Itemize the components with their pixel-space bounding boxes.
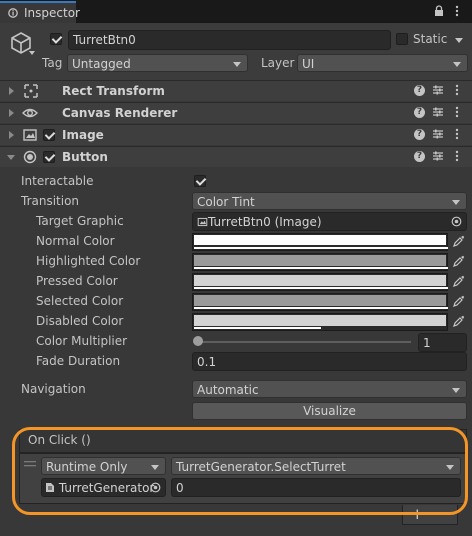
component-button[interactable]: Button [0,146,472,167]
normal-color-field[interactable] [192,233,448,251]
object-picker-icon[interactable] [451,216,462,227]
image-icon [197,217,208,227]
kebab-menu-icon[interactable] [454,84,460,96]
eye-icon [22,108,38,118]
presets-icon[interactable] [432,128,444,140]
multiplier-slider-handle[interactable] [193,336,203,346]
highlighted-color-label: Highlighted Color [36,254,141,268]
static-dropdown-arrow-icon[interactable] [455,38,463,43]
transition-value: Color Tint [197,195,255,209]
target-graphic-value: TurretBtn0 (Image) [208,215,322,229]
color-swatch [194,315,446,326]
layer-label: Layer [261,56,295,70]
layer-value: UI [302,57,315,71]
eyedropper-icon[interactable] [453,315,465,327]
component-canvas-renderer[interactable]: Canvas Renderer [0,102,472,123]
presets-icon[interactable] [432,106,444,118]
navigation-dropdown[interactable]: Automatic [192,380,467,398]
highlighted-color-field[interactable] [192,253,448,271]
pressed-color-label: Pressed Color [36,274,118,288]
interactable-checkbox[interactable] [194,175,206,187]
component-title: Button [62,150,108,164]
tag-value: Untagged [72,57,131,71]
transition-dropdown[interactable]: Color Tint [192,192,467,210]
eyedropper-icon[interactable] [453,295,465,307]
navigation-label: Navigation [21,382,86,396]
button-enabled-checkbox[interactable] [43,151,55,163]
fade-duration-label: Fade Duration [36,354,121,368]
help-icon[interactable]: ? [414,85,425,96]
foldout-arrow-icon[interactable] [9,131,14,139]
foldout-arrow-icon[interactable] [7,155,15,160]
selected-color-field[interactable] [192,293,448,311]
presets-icon[interactable] [432,150,444,162]
alpha-bar [194,247,448,249]
help-icon[interactable]: ? [414,151,425,162]
tab-inspector[interactable]: Inspector [0,1,80,23]
chevron-down-icon [452,388,460,393]
navigation-value: Automatic [197,383,259,397]
static-label: Static [413,32,448,46]
chevron-down-icon [453,62,461,67]
image-icon [23,129,37,141]
alpha-bar [194,287,448,289]
visualize-button[interactable]: Visualize [192,402,467,420]
color-multiplier-field[interactable]: 1 [418,333,467,352]
interactable-label: Interactable [21,174,94,188]
highlight-ring [12,427,468,515]
eyedropper-icon[interactable] [453,255,465,267]
component-rect-transform[interactable]: Rect Transform [0,80,472,101]
foldout-arrow-icon[interactable] [9,109,14,117]
color-swatch [194,255,446,266]
target-graphic-field[interactable]: TurretBtn0 (Image) [192,212,467,231]
rect-transform-icon [24,84,38,98]
alpha-bar [194,267,448,269]
lock-icon[interactable] [433,5,445,17]
kebab-menu-icon[interactable] [454,128,460,140]
transition-label: Transition [21,194,80,208]
chevron-down-icon [452,200,460,205]
color-swatch [194,295,446,306]
kebab-menu-icon[interactable] [454,106,460,118]
component-image[interactable]: Image [0,124,472,145]
tag-label: Tag [42,56,63,70]
help-icon[interactable]: ? [414,107,425,118]
presets-icon[interactable] [432,84,444,96]
disabled-color-label: Disabled Color [36,314,124,328]
image-enabled-checkbox[interactable] [43,129,55,141]
color-swatch [194,235,446,245]
disabled-color-field[interactable] [192,313,448,331]
tag-dropdown[interactable]: Untagged [67,54,248,72]
button-icon [23,150,37,164]
chevron-down-icon [233,62,241,67]
foldout-arrow-icon[interactable] [9,87,14,95]
icon-dropdown-arrow-icon[interactable] [29,51,35,55]
alpha-bar [194,327,321,329]
help-icon[interactable]: ? [414,129,425,140]
component-title: Rect Transform [62,84,165,98]
active-checkbox[interactable] [50,33,62,45]
layer-dropdown[interactable]: UI [297,54,468,72]
normal-color-label: Normal Color [36,234,115,248]
selected-color-label: Selected Color [36,294,124,308]
eyedropper-icon[interactable] [453,235,465,247]
eyedropper-icon[interactable] [453,275,465,287]
multiplier-slider-track[interactable] [197,341,411,343]
info-icon [8,8,18,18]
alpha-bar [194,307,448,309]
kebab-menu-icon[interactable] [454,5,460,17]
object-name-field[interactable]: TurretBtn0 [68,30,391,50]
component-title: Canvas Renderer [62,106,178,120]
pressed-color-field[interactable] [192,273,448,291]
color-multiplier-label: Color Multiplier [36,334,128,348]
kebab-menu-icon[interactable] [454,150,460,162]
fade-duration-field[interactable]: 0.1 [192,352,467,371]
component-title: Image [62,128,104,142]
target-graphic-label: Target Graphic [36,214,124,228]
color-swatch [194,275,446,286]
static-checkbox[interactable] [396,33,408,45]
tab-label: Inspector [24,6,80,20]
